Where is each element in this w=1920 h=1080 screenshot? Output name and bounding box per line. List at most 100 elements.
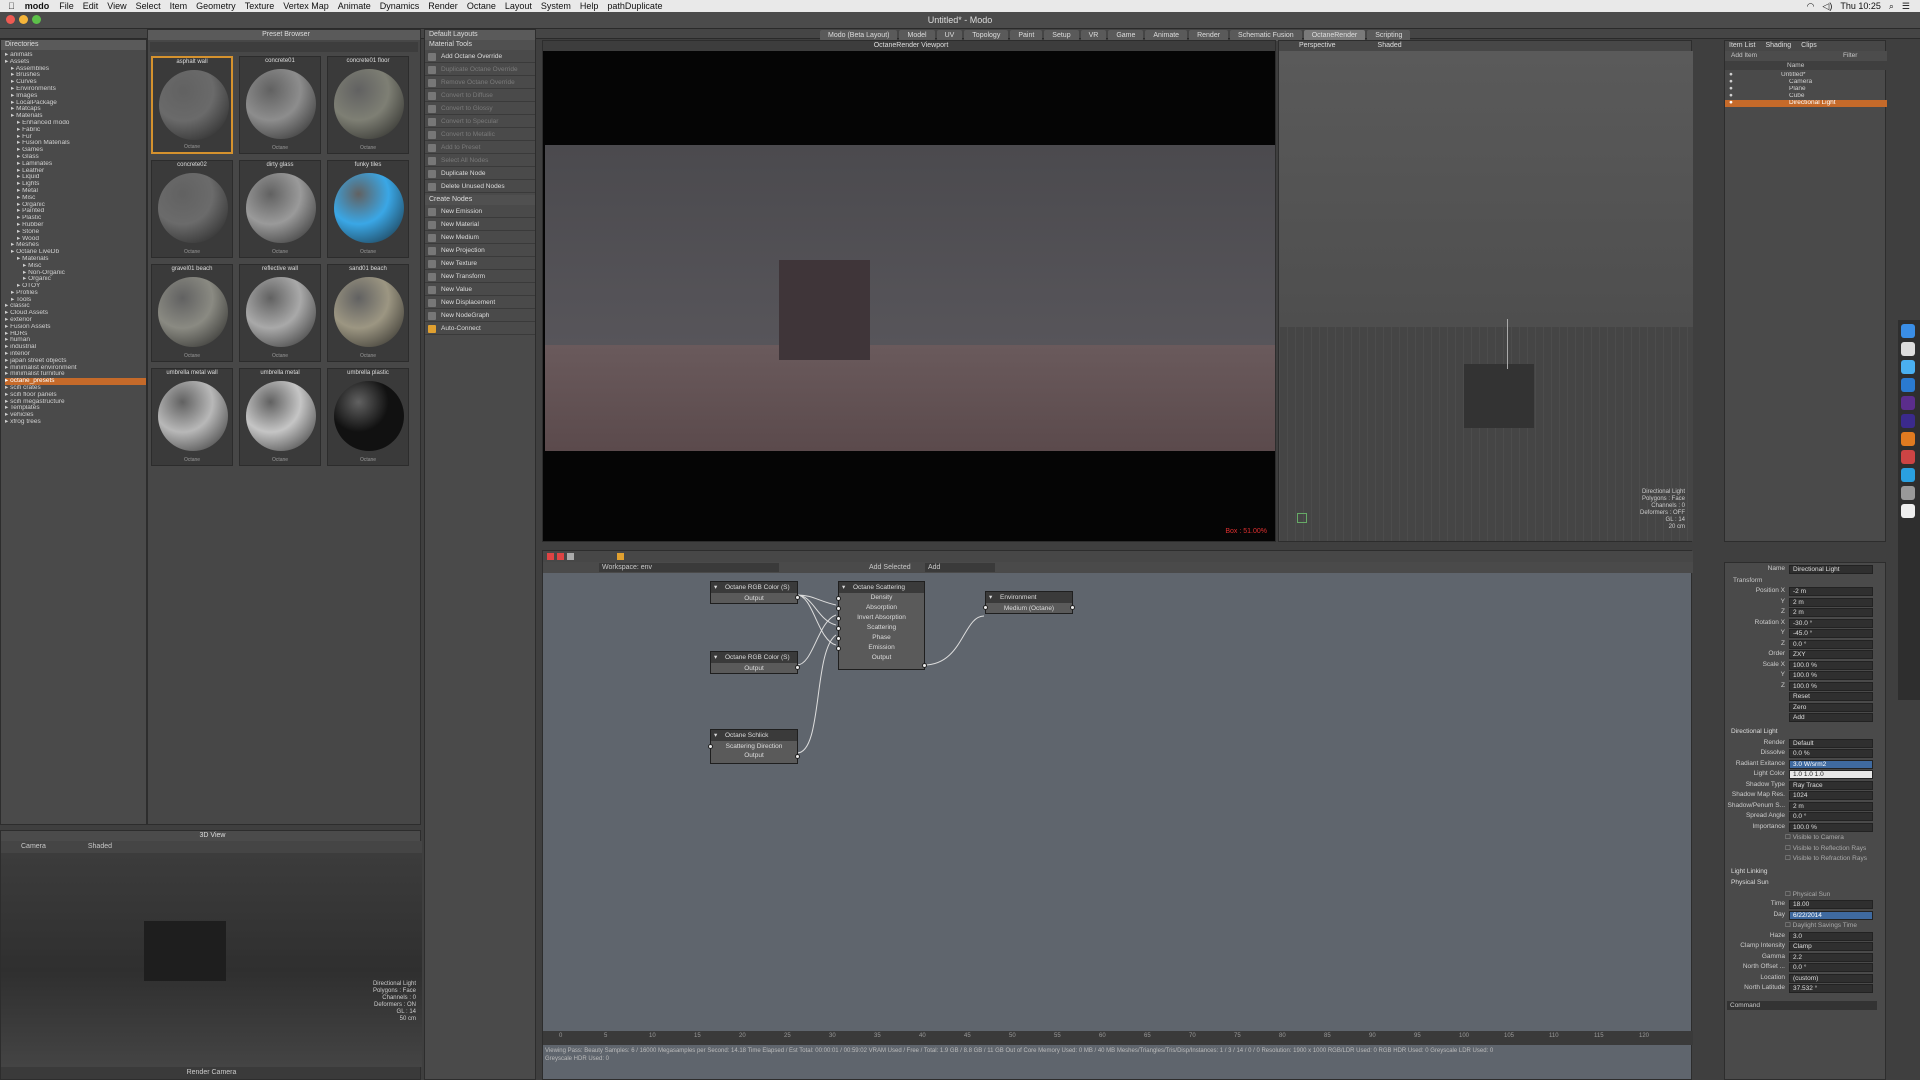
- tree-item[interactable]: ▸ Non-Organic: [5, 270, 146, 277]
- create-node-button[interactable]: New Emission: [425, 205, 535, 218]
- tree-item[interactable]: ▸ HDRs: [5, 331, 146, 338]
- prop-value-field[interactable]: 2 m: [1789, 597, 1873, 607]
- material-preset-thumb[interactable]: concrete02 Octane: [151, 160, 233, 258]
- tree-item[interactable]: ▸ Matcaps: [5, 106, 146, 113]
- checkbox-row[interactable]: ☐ Daylight Savings Time: [1785, 921, 1857, 929]
- menu-item[interactable]: Geometry: [196, 1, 236, 11]
- material-preset-thumb[interactable]: dirty glass Octane: [239, 160, 321, 258]
- tool-button[interactable]: Convert to Specular: [425, 115, 535, 128]
- material-preset-thumb[interactable]: sand01 beach Octane: [327, 264, 409, 362]
- tree-item[interactable]: ▸ exterior: [5, 317, 146, 324]
- tree-item[interactable]: ▸ Curves: [5, 79, 146, 86]
- tool-button[interactable]: Duplicate Node: [425, 167, 535, 180]
- tree-item[interactable]: ▸ Enhanced modo: [5, 120, 146, 127]
- tree-item[interactable]: ▸ Plastic: [5, 215, 146, 222]
- tree-item[interactable]: ▸ Environments: [5, 86, 146, 93]
- viewport-background[interactable]: [1279, 51, 1693, 327]
- rgb-color-node-2[interactable]: Octane RGB Color (S) Output: [710, 651, 800, 674]
- create-node-button[interactable]: New Projection: [425, 244, 535, 257]
- menu-item[interactable]: Layout: [505, 1, 532, 11]
- create-node-button[interactable]: New NodeGraph: [425, 309, 535, 322]
- name-column-header[interactable]: Name: [1725, 61, 1887, 70]
- environment-node[interactable]: Environment Medium (Octane): [983, 591, 1075, 614]
- tree-item[interactable]: ▸ Misc: [5, 263, 146, 270]
- tree-item[interactable]: ▸ Stone: [5, 229, 146, 236]
- scene-item[interactable]: ● Cube: [1725, 92, 1887, 100]
- tree-item[interactable]: ▸ human: [5, 337, 146, 344]
- section-header[interactable]: Directional Light: [1731, 728, 1778, 735]
- clock[interactable]: Thu 10:25: [1840, 1, 1881, 12]
- menu-item[interactable]: View: [107, 1, 126, 11]
- render-camera-label[interactable]: Render Camera: [1, 1067, 422, 1079]
- tool-button[interactable]: Convert to Diffuse: [425, 89, 535, 102]
- menu-item[interactable]: System: [541, 1, 571, 11]
- safari-icon[interactable]: [1901, 360, 1915, 374]
- prop-value-field[interactable]: Zero: [1789, 702, 1873, 712]
- create-node-button[interactable]: New Value: [425, 283, 535, 296]
- tree-item[interactable]: ▸ Painted: [5, 208, 146, 215]
- menu-item[interactable]: Dynamics: [380, 1, 420, 11]
- menu-item[interactable]: Item: [170, 1, 188, 11]
- tree-item[interactable]: ▸ Assemblies: [5, 66, 146, 73]
- viewport-grid-floor[interactable]: [1279, 327, 1693, 541]
- tree-item[interactable]: ▸ Leather: [5, 168, 146, 175]
- tree-item[interactable]: ▸ Wood: [5, 236, 146, 243]
- prop-value-field[interactable]: 100.0 %: [1789, 681, 1873, 691]
- material-preset-thumb[interactable]: umbrella plastic Octane: [327, 368, 409, 466]
- transform-header[interactable]: Transform: [1733, 577, 1762, 584]
- create-node-button[interactable]: New Material: [425, 218, 535, 231]
- input-port[interactable]: [836, 626, 841, 631]
- checkbox-row[interactable]: ☐ Visible to Reflection Rays: [1785, 844, 1866, 852]
- wifi-icon[interactable]: ◠: [1807, 1, 1815, 12]
- prop-value-field[interactable]: Reset: [1789, 692, 1873, 701]
- output-port[interactable]: [795, 665, 800, 670]
- input-port[interactable]: [836, 606, 841, 611]
- input-port[interactable]: [836, 636, 841, 641]
- material-preset-thumb[interactable]: gravel01 beach Octane: [151, 264, 233, 362]
- tree-item[interactable]: ▸ scifi crates: [5, 385, 146, 392]
- scattering-node[interactable]: Octane Scattering Density Absorption Inver…: [836, 581, 927, 670]
- tree-item[interactable]: ▸ industrial: [5, 344, 146, 351]
- tree-item[interactable]: ▸ interior: [5, 351, 146, 358]
- tool-button[interactable]: Delete Unused Nodes: [425, 180, 535, 193]
- menu-item[interactable]: Help: [580, 1, 599, 11]
- tree-item[interactable]: ▸ xfrog trees: [5, 419, 146, 426]
- settings-icon[interactable]: [1901, 486, 1915, 500]
- menu-item[interactable]: Animate: [338, 1, 371, 11]
- prop-value-field[interactable]: 37.532 °: [1789, 984, 1873, 993]
- section-header[interactable]: Light Linking: [1731, 868, 1768, 875]
- tree-item[interactable]: ▸ Rubber: [5, 222, 146, 229]
- menu-item[interactable]: Octane: [467, 1, 496, 11]
- camera-viewport[interactable]: Directional Light Polygons : Face Channels…: [1, 853, 422, 1067]
- input-port[interactable]: [836, 616, 841, 621]
- premiere-icon[interactable]: [1901, 396, 1915, 410]
- checkbox-row[interactable]: ☐ Visible to Refraction Rays: [1785, 854, 1867, 862]
- material-preset-thumb[interactable]: umbrella metal wall Octane: [151, 368, 233, 466]
- prop-value-field[interactable]: 1.0 1.0 1.0: [1789, 770, 1873, 779]
- tool-button[interactable]: Convert to Metallic: [425, 128, 535, 141]
- prop-value-field[interactable]: 2 m: [1789, 801, 1873, 811]
- prop-value-field[interactable]: 0.0 °: [1789, 963, 1873, 972]
- app-menu[interactable]: modo: [25, 1, 50, 11]
- prop-value-field[interactable]: 0.0 °: [1789, 639, 1873, 649]
- command-input[interactable]: Command: [1727, 1000, 1877, 1010]
- tree-item[interactable]: ▸ scifi megastructure: [5, 399, 146, 406]
- chrome-icon[interactable]: [1901, 342, 1915, 356]
- checkbox-row[interactable]: ☐ Physical Sun: [1785, 890, 1830, 898]
- tree-item[interactable]: ▸ japan street objects: [5, 358, 146, 365]
- checkbox-icon[interactable]: ☐: [1785, 891, 1793, 898]
- tree-item[interactable]: ▸ Profiles: [5, 290, 146, 297]
- prop-value-field[interactable]: -30.0 °: [1789, 618, 1873, 628]
- input-port[interactable]: [836, 596, 841, 601]
- section-header[interactable]: Physical Sun: [1731, 879, 1769, 886]
- create-node-button[interactable]: New Texture: [425, 257, 535, 270]
- tree-item[interactable]: ▸ Fabric: [5, 127, 146, 134]
- output-port[interactable]: [795, 595, 800, 600]
- checkbox-icon[interactable]: ☐: [1785, 922, 1793, 929]
- tree-item[interactable]: ▸ minimalist furniture: [5, 371, 146, 378]
- prop-value-field[interactable]: 3.0 W/srm2: [1789, 759, 1873, 769]
- trash-icon[interactable]: [1901, 504, 1915, 518]
- input-port[interactable]: [836, 646, 841, 651]
- tree-item[interactable]: ▸ Metal: [5, 188, 146, 195]
- item-list-tab[interactable]: Clips: [1801, 41, 1817, 51]
